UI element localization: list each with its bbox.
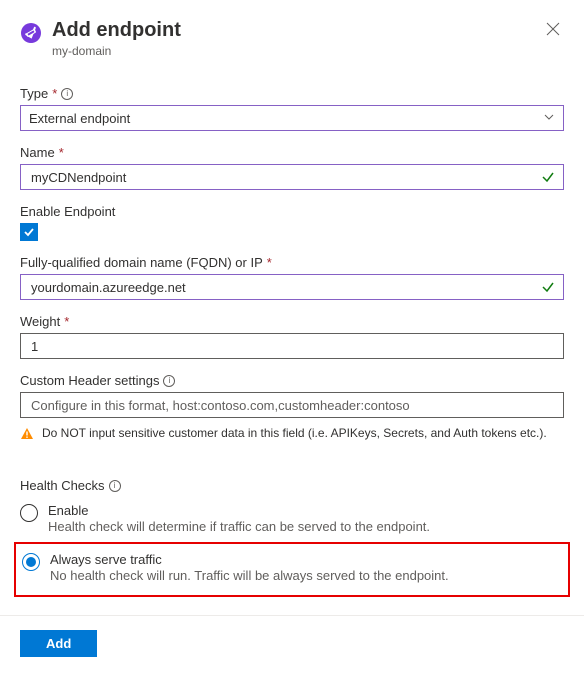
health-checks-radio-group: Enable Health check will determine if tr… — [20, 499, 564, 597]
field-weight: Weight * — [20, 314, 564, 359]
radio-enable[interactable]: Enable Health check will determine if tr… — [20, 499, 564, 540]
warning-text: Do NOT input sensitive customer data in … — [42, 426, 547, 440]
divider — [0, 615, 584, 616]
health-checks-label-row: Health Checks i — [20, 478, 564, 493]
panel-title: Add endpoint — [52, 18, 532, 42]
field-custom-header: Custom Header settings i — [20, 373, 564, 418]
highlight-box: Always serve traffic No health check wil… — [14, 542, 570, 597]
custom-header-label: Custom Header settings — [20, 373, 159, 388]
weight-input-wrapper — [20, 333, 564, 359]
fqdn-input[interactable] — [29, 279, 541, 296]
fqdn-label: Fully-qualified domain name (FQDN) or IP — [20, 255, 263, 270]
radio-dot — [26, 557, 36, 567]
custom-header-input[interactable] — [29, 397, 555, 414]
add-endpoint-panel: Add endpoint my-domain Type * i External… — [0, 0, 584, 677]
add-button[interactable]: Add — [20, 630, 97, 657]
radio-enable-label: Enable — [48, 503, 430, 518]
required-marker: * — [267, 255, 272, 270]
info-icon[interactable]: i — [61, 88, 73, 100]
checkmark-icon — [23, 226, 35, 238]
panel-footer: Add — [20, 630, 564, 657]
custom-header-input-wrapper — [20, 392, 564, 418]
field-name: Name * — [20, 145, 564, 190]
close-icon — [546, 22, 560, 36]
radio-always-label: Always serve traffic — [50, 552, 449, 567]
required-marker: * — [59, 145, 64, 160]
field-fqdn: Fully-qualified domain name (FQDN) or IP… — [20, 255, 564, 300]
health-checks-label: Health Checks — [20, 478, 105, 493]
type-value: External endpoint — [29, 111, 130, 126]
panel-subtitle: my-domain — [52, 44, 532, 58]
panel-header: Add endpoint my-domain — [20, 18, 564, 58]
enable-checkbox[interactable] — [20, 223, 38, 241]
info-icon[interactable]: i — [163, 375, 175, 387]
name-input-wrapper — [20, 164, 564, 190]
radio-always-desc: No health check will run. Traffic will b… — [50, 568, 449, 583]
type-label: Type — [20, 86, 48, 101]
type-select[interactable]: External endpoint — [20, 105, 564, 131]
radio-circle-selected — [22, 553, 40, 571]
valid-check-icon — [541, 170, 555, 184]
required-marker: * — [64, 314, 69, 329]
field-enable: Enable Endpoint — [20, 204, 564, 241]
close-button[interactable] — [542, 18, 564, 42]
required-marker: * — [52, 86, 57, 101]
info-icon[interactable]: i — [109, 480, 121, 492]
warning-message: Do NOT input sensitive customer data in … — [20, 426, 564, 444]
valid-check-icon — [541, 280, 555, 294]
weight-label: Weight — [20, 314, 60, 329]
endpoint-icon — [20, 22, 42, 44]
enable-label: Enable Endpoint — [20, 204, 115, 219]
chevron-down-icon — [543, 111, 555, 126]
warning-icon — [20, 427, 34, 444]
name-input[interactable] — [29, 169, 541, 186]
radio-circle — [20, 504, 38, 522]
radio-always[interactable]: Always serve traffic No health check wil… — [22, 548, 562, 589]
radio-enable-desc: Health check will determine if traffic c… — [48, 519, 430, 534]
field-type: Type * i External endpoint — [20, 86, 564, 131]
name-label: Name — [20, 145, 55, 160]
weight-input[interactable] — [29, 338, 555, 355]
fqdn-input-wrapper — [20, 274, 564, 300]
